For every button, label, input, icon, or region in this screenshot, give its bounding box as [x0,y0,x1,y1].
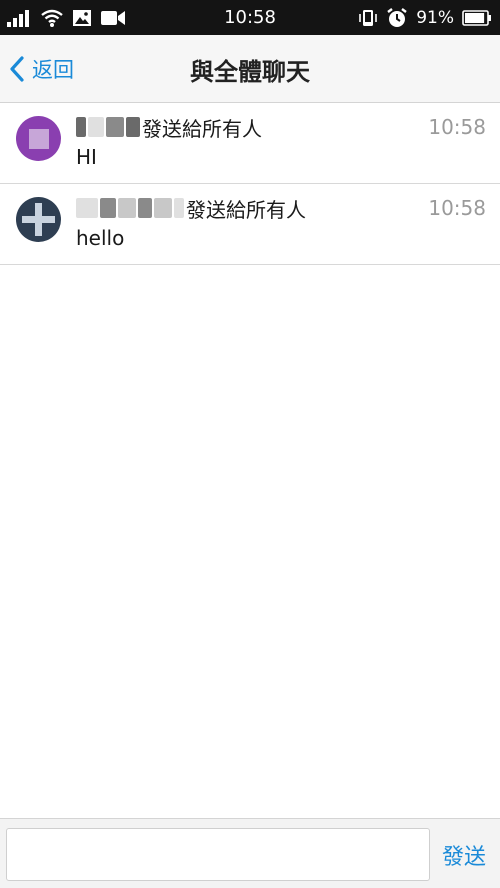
message-list: 發送給所有人 10:58 HI 發送給所有人 10:58 hello [0,103,500,265]
sender-suffix: 發送給所有人 [186,197,306,222]
sender-line: 發送給所有人 [76,113,262,141]
message-time: 10:58 [428,115,486,139]
back-button[interactable]: 返回 [8,35,74,103]
alarm-icon [386,7,408,29]
send-button[interactable]: 發送 [434,828,494,881]
avatar[interactable] [16,197,61,242]
avatar[interactable] [16,116,61,161]
sender-line: 發送給所有人 [76,194,306,222]
chevron-left-icon [8,55,26,83]
status-right-icons: 91% [358,0,492,35]
redacted-sender-name [76,117,86,137]
redacted-sender-name [76,198,98,218]
message-text: hello [76,226,125,250]
back-label: 返回 [32,58,74,82]
message-input[interactable] [6,828,430,881]
nav-bar: 返回 與全體聊天 [0,35,500,103]
message-item[interactable]: 發送給所有人 10:58 HI [0,103,500,184]
message-time: 10:58 [428,196,486,220]
message-item[interactable]: 發送給所有人 10:58 hello [0,184,500,265]
sender-suffix: 發送給所有人 [142,116,262,141]
page-title: 與全體聊天 [190,57,310,86]
composer-bar: 發送 [0,818,500,888]
status-bar: 10:58 91% [0,0,500,35]
phone-vibrate-icon [358,8,378,28]
message-text: HI [76,145,97,169]
battery-percent: 91% [416,7,454,28]
battery-icon [462,9,492,27]
